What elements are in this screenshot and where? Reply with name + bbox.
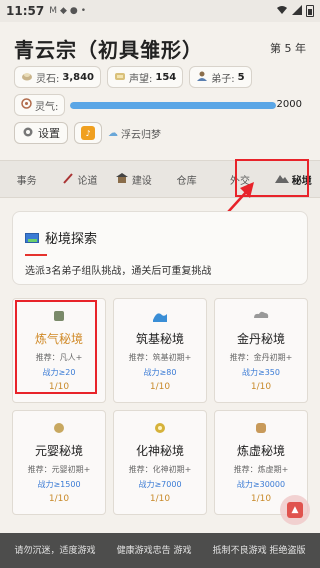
prestige-icon: [114, 71, 126, 84]
qi-value: 2000: [276, 99, 302, 110]
notice-text: 抵制不良游戏 拒绝盗版: [212, 545, 306, 556]
cloud-label: 浮云归梦: [121, 129, 161, 141]
disciple-label: 弟子:: [211, 73, 235, 85]
realm-power: 战力≥1500: [37, 480, 81, 489]
realm-name: 元婴秘境: [34, 444, 83, 458]
explore-description: 选派3名弟子组队挑战，通关后可重复挑战: [25, 266, 212, 277]
signal-icon: [292, 4, 302, 18]
realm-icon: [52, 421, 66, 439]
qi-label: 灵气:: [35, 101, 59, 113]
wave-icon: [152, 309, 168, 327]
prestige-label: 声望:: [129, 73, 153, 85]
spirit-stone-icon: [21, 71, 33, 84]
realm-icon: [254, 421, 268, 439]
explore-title: 秘境探索: [45, 232, 98, 247]
wifi-icon: [276, 5, 288, 18]
realm-count: 1/10: [250, 382, 272, 392]
realm-name: 筑基秘境: [135, 332, 184, 346]
realm-card-foundation[interactable]: 筑基秘境 推荐：筑基初期+ 战力≥80 1/10: [113, 298, 207, 403]
explore-header: 秘境探索: [25, 228, 97, 247]
realm-recommendation: 推荐：化神初期+: [128, 465, 192, 474]
cloud-icon: ☁: [108, 127, 118, 139]
tab-label: 论道: [77, 175, 98, 187]
floating-ad-button[interactable]: ▲: [280, 495, 310, 525]
qi-progress-fill: [70, 102, 276, 109]
spirit-stone-label: 灵石:: [36, 73, 60, 85]
realm-icon: [153, 421, 167, 439]
realm-card-golden-core[interactable]: 金丹秘境 推荐：金丹初期+ 战力≥350 1/10: [214, 298, 308, 403]
realm-count: 1/10: [149, 494, 171, 504]
notification-icon: M: [49, 6, 57, 16]
disciple-value: 5: [237, 71, 245, 83]
tab-build[interactable]: 建设: [107, 161, 160, 197]
cloud-sync-link[interactable]: ☁ 浮云归梦: [108, 126, 161, 141]
title-underline: [25, 254, 47, 256]
tab-discourse[interactable]: 论道: [53, 161, 106, 197]
realm-name: 炼虚秘境: [236, 444, 285, 458]
disciple-pill: 弟子: 5: [189, 66, 252, 88]
notification-icon: ◆: [59, 6, 67, 16]
gift-icon: ▲: [287, 502, 303, 518]
realm-name: 化神秘境: [135, 444, 184, 458]
settings-label: 设置: [38, 127, 60, 140]
explore-card: 秘境探索 选派3名弟子组队挑战，通关后可重复挑战: [12, 211, 308, 285]
realm-power: 战力≥7000: [138, 480, 182, 489]
notification-dot-icon: •: [80, 6, 87, 16]
qi-progress-bar: [70, 102, 276, 109]
tab-affairs[interactable]: 事务: [0, 161, 53, 197]
cloud-icon: [252, 309, 270, 327]
realm-recommendation: 推荐：炼虚期+: [233, 465, 289, 474]
tab-label: 仓库: [176, 175, 197, 187]
year-indicator: 第 5 年: [270, 42, 306, 55]
notice-text: 请勿沉迷，适度游戏: [14, 545, 96, 556]
tab-label: 事务: [16, 175, 37, 187]
spirit-stone-value: 3,840: [62, 71, 95, 83]
gear-icon: [22, 126, 34, 141]
realm-recommendation: 推荐：元婴初期+: [27, 465, 91, 474]
realm-highlight-box: [15, 300, 97, 394]
realm-count: 1/10: [250, 494, 272, 504]
brush-icon: [62, 172, 74, 187]
realm-card-nascent-soul[interactable]: 元婴秘境 推荐：元婴初期+ 战力≥1500 1/10: [12, 410, 106, 515]
realm-recommendation: 推荐：筑基初期+: [128, 353, 192, 362]
notification-icons: M ◆ ● •: [49, 6, 86, 16]
realm-power: 战力≥30000: [236, 480, 286, 489]
qi-pill: 灵气:: [14, 94, 66, 116]
sound-button[interactable]: ♪: [74, 122, 102, 144]
prestige-value: 154: [155, 71, 177, 83]
speaker-icon: ♪: [81, 126, 95, 140]
notice-text: 健康游戏忠告 游戏: [116, 545, 192, 556]
map-icon: [25, 232, 39, 243]
realm-power: 战力≥350: [242, 368, 280, 377]
realm-recommendation: 推荐：金丹初期+: [229, 353, 293, 362]
realm-name: 金丹秘境: [236, 332, 285, 346]
tab-label: 建设: [131, 175, 152, 187]
bottom-notice-bar: 请勿沉迷，适度游戏 健康游戏忠告 游戏 抵制不良游戏 拒绝盗版: [0, 533, 320, 568]
status-time: 11:57: [6, 4, 45, 18]
realm-card-spirit-severing[interactable]: 化神秘境 推荐：化神初期+ 战力≥7000 1/10: [113, 410, 207, 515]
notification-icon: ●: [69, 6, 78, 16]
control-row: 设置 ♪ ☁ 浮云归梦: [14, 122, 161, 144]
resource-row: 灵石: 3,840 声望: 154 弟子: 5: [14, 66, 252, 88]
realm-count: 1/10: [48, 494, 70, 504]
settings-button[interactable]: 设置: [14, 122, 68, 144]
qi-row: 灵气:: [14, 94, 66, 116]
disciple-icon: [196, 71, 208, 84]
qi-icon: [21, 98, 32, 112]
status-bar: 11:57 M ◆ ● •: [0, 0, 320, 22]
sect-title: 青云宗（初具雏形）: [14, 38, 203, 62]
building-icon: [115, 172, 129, 187]
battery-icon: [306, 5, 314, 17]
realm-power: 战力≥80: [143, 368, 177, 377]
spirit-stone-pill: 灵石: 3,840: [14, 66, 102, 88]
prestige-pill: 声望: 154: [107, 66, 184, 88]
realm-count: 1/10: [149, 382, 171, 392]
